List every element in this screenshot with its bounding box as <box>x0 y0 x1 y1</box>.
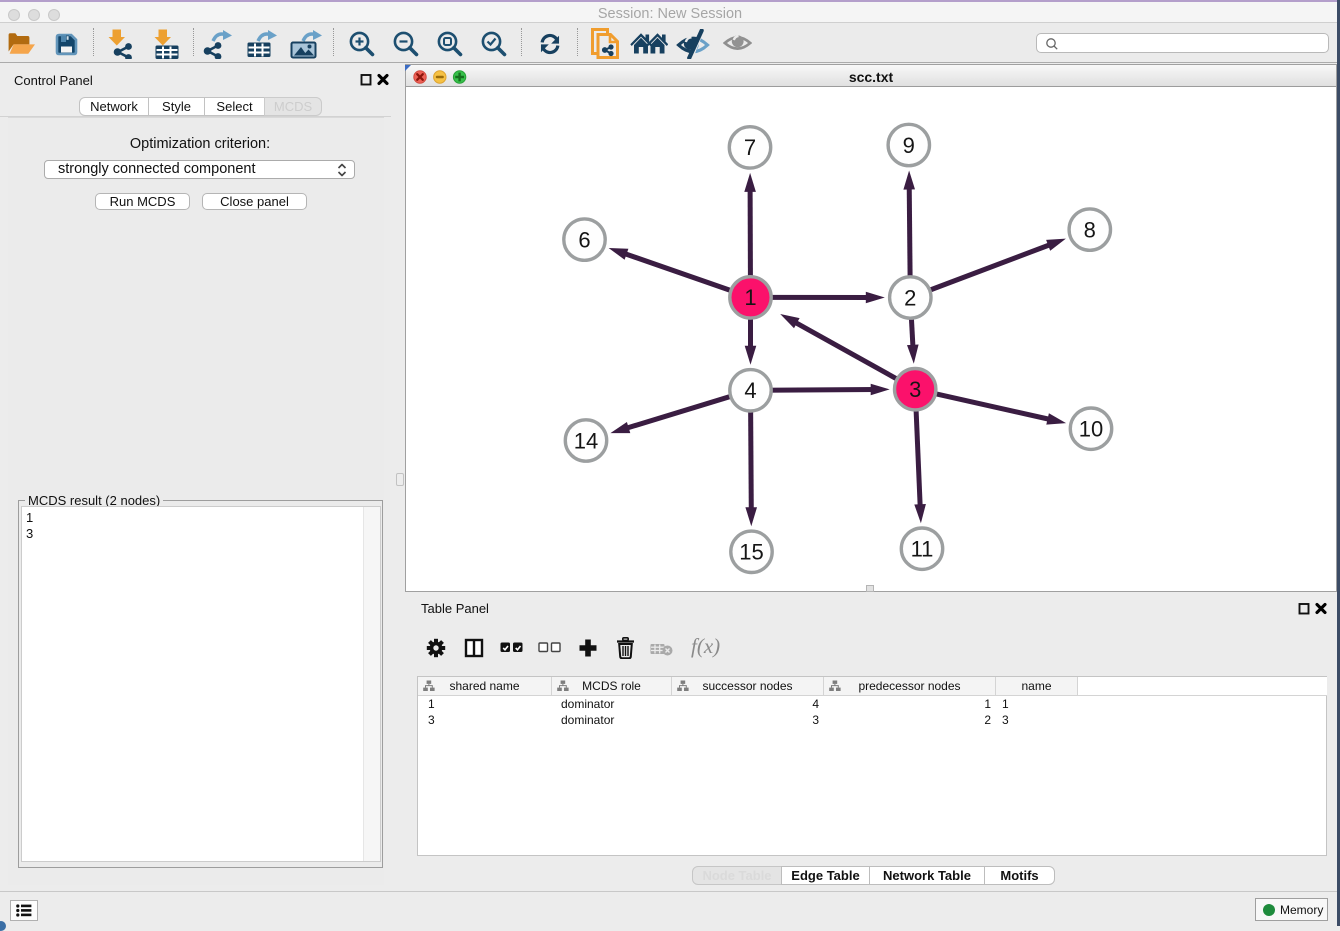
svg-text:4: 4 <box>744 378 756 403</box>
svg-text:2: 2 <box>904 285 916 310</box>
svg-text:6: 6 <box>578 227 590 252</box>
svg-text:11: 11 <box>911 537 934 562</box>
svg-text:3: 3 <box>909 377 921 402</box>
svg-text:7: 7 <box>744 135 756 160</box>
svg-text:15: 15 <box>739 540 763 565</box>
svg-text:8: 8 <box>1084 217 1096 242</box>
svg-text:10: 10 <box>1079 417 1103 442</box>
svg-text:1: 1 <box>744 285 756 310</box>
svg-text:14: 14 <box>574 428 598 453</box>
svg-text:9: 9 <box>903 133 915 158</box>
